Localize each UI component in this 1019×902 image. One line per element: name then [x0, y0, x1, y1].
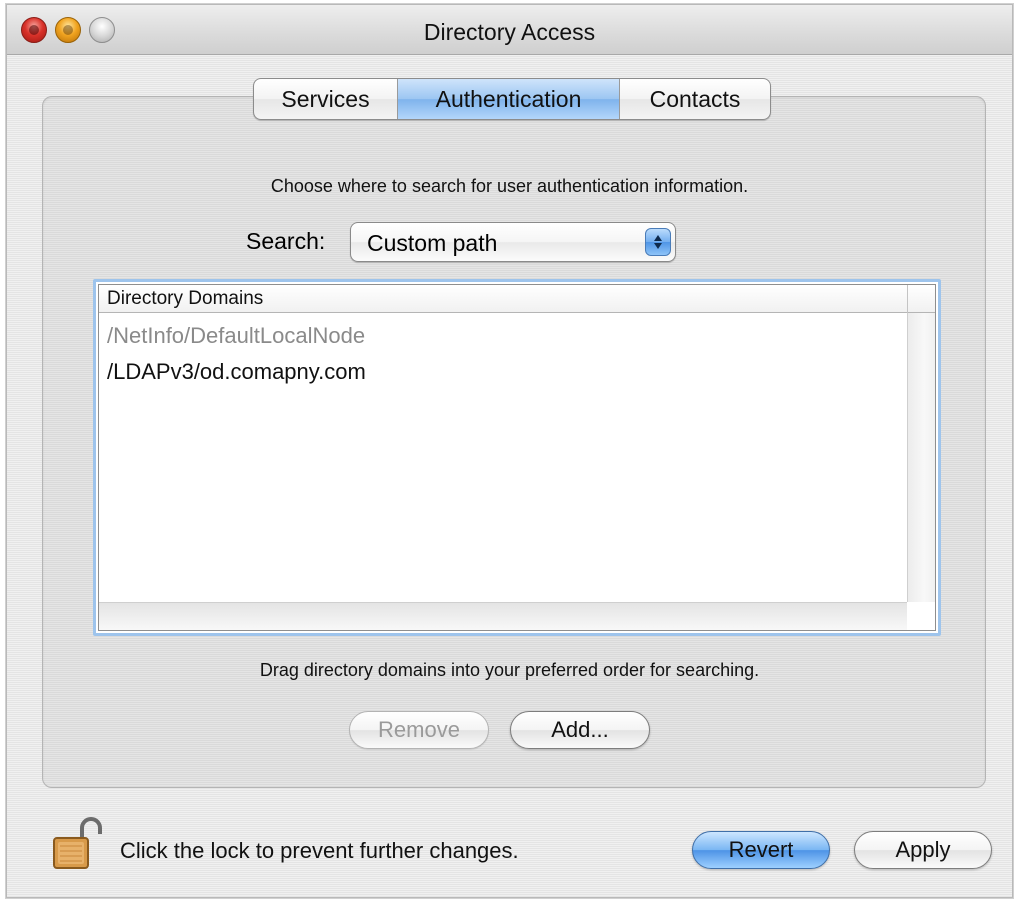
tab-bar: Services Authentication Contacts	[253, 78, 771, 120]
title-bar[interactable]: Directory Access	[7, 5, 1012, 55]
apply-button[interactable]: Apply	[854, 831, 992, 869]
remove-button[interactable]: Remove	[349, 711, 489, 749]
table-row[interactable]: /LDAPv3/od.comapny.com	[107, 359, 366, 385]
table-header: Directory Domains	[99, 285, 935, 313]
tab-services[interactable]: Services	[254, 79, 398, 119]
horizontal-scrollbar[interactable]	[99, 602, 907, 630]
search-label: Search:	[246, 228, 326, 254]
table-frame: Directory Domains /NetInfo/DefaultLocalN…	[98, 284, 936, 631]
tab-contacts[interactable]: Contacts	[620, 79, 770, 119]
unlocked-padlock-icon[interactable]	[52, 816, 102, 872]
lock-status-text: Click the lock to prevent further change…	[120, 838, 519, 863]
authentication-instruction: Choose where to search for user authenti…	[270, 176, 749, 196]
add-button[interactable]: Add...	[510, 711, 650, 749]
revert-button[interactable]: Revert	[692, 831, 830, 869]
window-title: Directory Access	[423, 19, 596, 45]
drag-order-hint: Drag directory domains into your preferr…	[259, 660, 760, 680]
column-header-directory-domains[interactable]: Directory Domains	[107, 288, 263, 310]
popup-arrows-icon	[645, 228, 671, 256]
directory-domains-table[interactable]: Directory Domains /NetInfo/DefaultLocalN…	[93, 279, 941, 636]
tab-authentication[interactable]: Authentication	[398, 79, 620, 119]
search-popup[interactable]: Custom path	[350, 222, 676, 262]
header-corner	[907, 285, 935, 313]
table-row[interactable]: /NetInfo/DefaultLocalNode	[107, 323, 365, 349]
vertical-scrollbar[interactable]	[907, 313, 935, 602]
search-popup-value: Custom path	[367, 230, 498, 256]
